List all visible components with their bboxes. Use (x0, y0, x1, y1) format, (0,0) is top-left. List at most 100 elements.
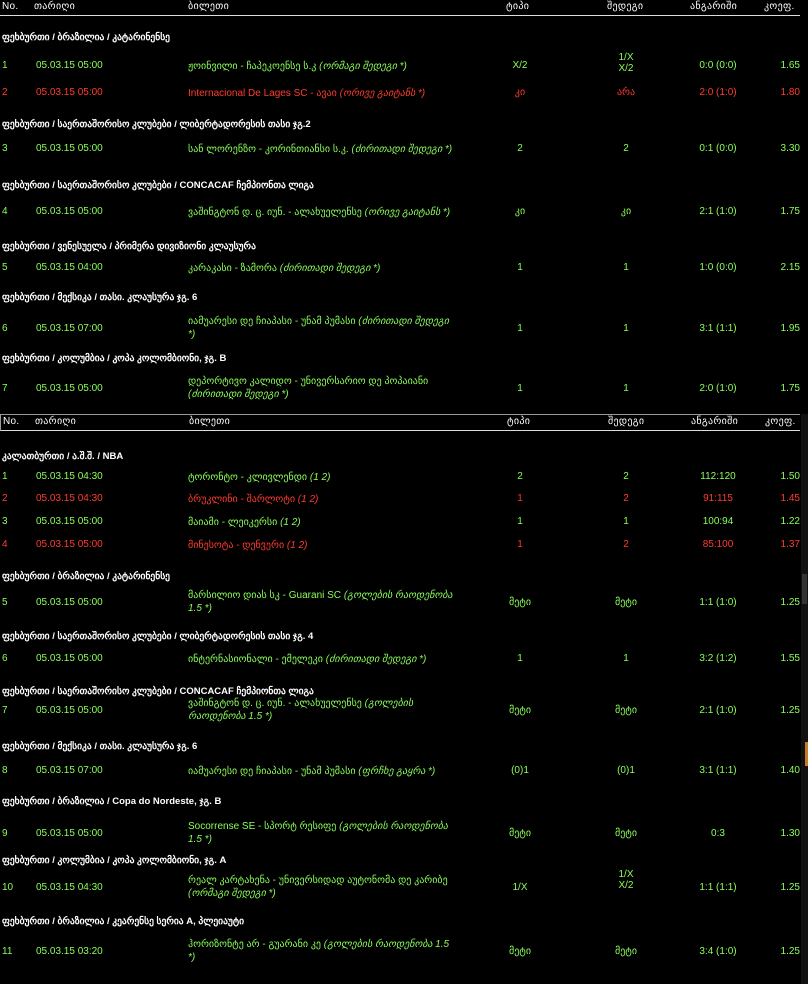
row-score: 0:1 (0:0) (699, 143, 737, 154)
row-outcome: არა (616, 87, 636, 98)
row-date: 05.03.15 05:00 (36, 143, 103, 154)
table-header: No. თარიღი ბილეთი ტიპი შედეგი ანგარიში კ… (0, 414, 800, 431)
table-row[interactable]: 10 05.03.15 04:30 რეალ კარტახენა - უნივერს… (0, 869, 800, 901)
ticket-teams: იამუარესი დე ჩიაპასი - უნამ პუმასი (188, 766, 356, 777)
row-score: 1:0 (0:0) (699, 262, 737, 273)
row-coef: 1.25 (780, 882, 800, 893)
scrollbar-thumb[interactable] (802, 574, 807, 604)
row-score: 3:2 (1:2) (699, 653, 737, 664)
table-row[interactable]: 2 05.03.15 05:00 Internacional De Lages SC… (0, 87, 800, 99)
row-score: 3:4 (1:0) (699, 946, 737, 957)
ticket-teams: ტორონტო - კლივლენდი (188, 472, 308, 483)
table-row[interactable]: 7 05.03.15 05:00 დეპორტივო კალიდო - უნივერ… (0, 376, 800, 402)
row-number: 2 (2, 87, 8, 98)
table-row[interactable]: 4 05.03.15 05:00 მინესოტა - დენვერი (1 2) 1… (0, 539, 800, 551)
row-date: 05.03.15 05:00 (36, 383, 103, 394)
table-row[interactable]: 11 05.03.15 03:20 ჰორიზონტე არ - გუარანი კ… (0, 939, 800, 965)
row-outcome: 1 (623, 516, 629, 527)
ticket-bet-type: (1 2) (309, 472, 331, 483)
ticket-teams: ვაშინგტონ დ. ც. იუნ. - ალახუელენსე (188, 698, 362, 709)
ticket-teams: ჰორიზონტე არ - გუარანი კე (188, 939, 321, 950)
table-row[interactable]: 5 05.03.15 05:00 მარსილიო დიას სკ - Guaran… (0, 590, 800, 616)
row-coef: 1.25 (780, 705, 800, 716)
row-ticket: იამუარესი დე ჩიაპასი - უნამ პუმასი (ფრჩხ… (188, 765, 458, 778)
row-score: 1:1 (1:0) (699, 597, 737, 608)
row-coef: 3.30 (780, 143, 800, 154)
section-title: კალათბურთი / ა.შ.შ. / NBA (2, 451, 124, 462)
table-row[interactable]: 5 05.03.15 04:00 კარაკასი - ზამორა (ძირითა… (0, 262, 800, 274)
row-type: მეტი (508, 828, 532, 839)
row-coef: 1.25 (780, 946, 800, 957)
ticket-bet-type: (ძირითადი შედეგი *) (188, 389, 289, 400)
row-coef: 1.75 (780, 383, 800, 394)
row-ticket: იამუარესი დე ჩიაპასი - უნამ პუმასი (ძირი… (188, 315, 458, 341)
table-row[interactable]: 3 05.03.15 05:00 მაიამი - ლეიკერსი (1 2) 1 1… (0, 516, 800, 528)
ticket-bet-type: (ძირითადი შედეგი *) (279, 263, 381, 274)
ticket-bet-type: (ორივე გაიტანს *) (364, 207, 451, 218)
row-ticket: ინტერნასიონალი - ემელეკი (ძირითადი შედეგ… (188, 653, 458, 666)
row-ticket: Socorrense SE - სპორტ რესიფე (გოლების რა… (188, 820, 458, 846)
row-date: 05.03.15 05:00 (36, 653, 103, 664)
table-row[interactable]: 2 05.03.15 04:30 ბრუკლინი - შარლოტი (1 2) 1… (0, 493, 800, 505)
row-coef: 1.30 (780, 828, 800, 839)
header-ticket: ბილეთი (188, 1, 230, 12)
row-score: 1:1 (1:1) (699, 882, 737, 893)
row-number: 3 (2, 143, 8, 154)
row-outcome: 2 (623, 471, 629, 482)
row-date: 05.03.15 05:00 (36, 828, 103, 839)
row-number: 7 (2, 705, 8, 716)
row-number: 1 (2, 60, 8, 71)
ticket-teams: სან ლორენზო - კორინთიანსი ს.კ. (188, 144, 349, 155)
row-coef: 1.80 (780, 87, 800, 98)
row-type: მეტი (508, 597, 532, 608)
row-coef: 1.65 (780, 60, 800, 71)
table-row[interactable]: 3 05.03.15 05:00 სან ლორენზო - კორინთიანსი… (0, 143, 800, 155)
ticket-teams: Socorrense SE - სპორტ რესიფე (188, 821, 337, 832)
scrollbar[interactable] (801, 414, 808, 984)
row-number: 7 (2, 383, 8, 394)
table-row[interactable]: 6 05.03.15 05:00 ინტერნასიონალი - ემელეკი … (0, 653, 800, 665)
header-type: ტიპი (507, 416, 531, 427)
row-coef: 1.40 (780, 765, 800, 776)
row-date: 05.03.15 05:00 (36, 597, 103, 608)
row-number: 9 (2, 828, 8, 839)
table-row[interactable]: 7 05.03.15 05:00 ვაშინგტონ დ. ც. იუნ. - ალ… (0, 698, 800, 724)
header-score: ანგარიში (690, 1, 738, 12)
row-ticket: კარაკასი - ზამორა (ძირითადი შედეგი *) (188, 262, 458, 275)
row-type: კი (514, 206, 526, 217)
section-title: ფეხბურთი / ბრაზილია / კატარინენსე (2, 32, 170, 43)
table-row[interactable]: 1 05.03.15 05:00 ჟოინვილი - ჩაპეკოენსე ს.კ… (0, 52, 800, 74)
table-row[interactable]: 1 05.03.15 04:30 ტორონტო - კლივლენდი (1 2)… (0, 471, 800, 483)
table-row[interactable]: 9 05.03.15 05:00 Socorrense SE - სპორტ რეს… (0, 821, 800, 847)
row-coef: 1.50 (780, 471, 800, 482)
bets-panel-2: No. თარიღი ბილეთი ტიპი შედეგი ანგარიში კ… (0, 414, 800, 984)
row-type: მეტი (508, 946, 532, 957)
row-date: 05.03.15 05:00 (36, 539, 103, 550)
row-score: 0:3 (711, 828, 725, 839)
table-row[interactable]: 6 05.03.15 07:00 იამუარესი დე ჩიაპასი - უნ… (0, 316, 800, 342)
ticket-teams: რეალ კარტახენა - უნივერსიდად აუტონომა დე… (188, 875, 448, 886)
row-number: 2 (2, 493, 8, 504)
row-ticket: სან ლორენზო - კორინთიანსი ს.კ. (ძირითადი… (188, 143, 458, 156)
row-number: 4 (2, 206, 8, 217)
ticket-teams: ჟოინვილი - ჩაპეკოენსე ს.კ (188, 61, 317, 72)
table-row[interactable]: 8 05.03.15 07:00 იამუარესი დე ჩიაპასი - უნ… (0, 765, 800, 777)
row-score: 3:1 (1:1) (699, 765, 737, 776)
row-coef: 1.95 (780, 323, 800, 334)
row-score: 2:1 (1:0) (699, 705, 737, 716)
row-score: 85:100 (702, 539, 734, 550)
header-ticket: ბილეთი (189, 416, 231, 427)
ticket-bet-type: (ძირითადი შედეგი *) (351, 144, 453, 155)
row-type: 1 (517, 493, 523, 504)
row-type: 1/X (512, 882, 528, 893)
row-outcome: მეტი (614, 597, 638, 608)
row-date: 05.03.15 05:00 (36, 87, 103, 98)
row-date: 05.03.15 04:00 (36, 262, 103, 273)
section-title: ფეხბურთი / მექსიკა / თასი. კლაუსურა ჯგ. … (2, 741, 198, 752)
header-score: ანგარიში (691, 416, 739, 427)
table-row[interactable]: 4 05.03.15 05:00 ვაშინგტონ დ. ც. იუნ. - ალ… (0, 206, 800, 218)
section-title: ფეხბურთი / ბრაზილია / კეარენსე სერია A, … (2, 916, 244, 927)
row-number: 3 (2, 516, 8, 527)
row-number: 5 (2, 597, 8, 608)
row-date: 05.03.15 05:00 (36, 705, 103, 716)
